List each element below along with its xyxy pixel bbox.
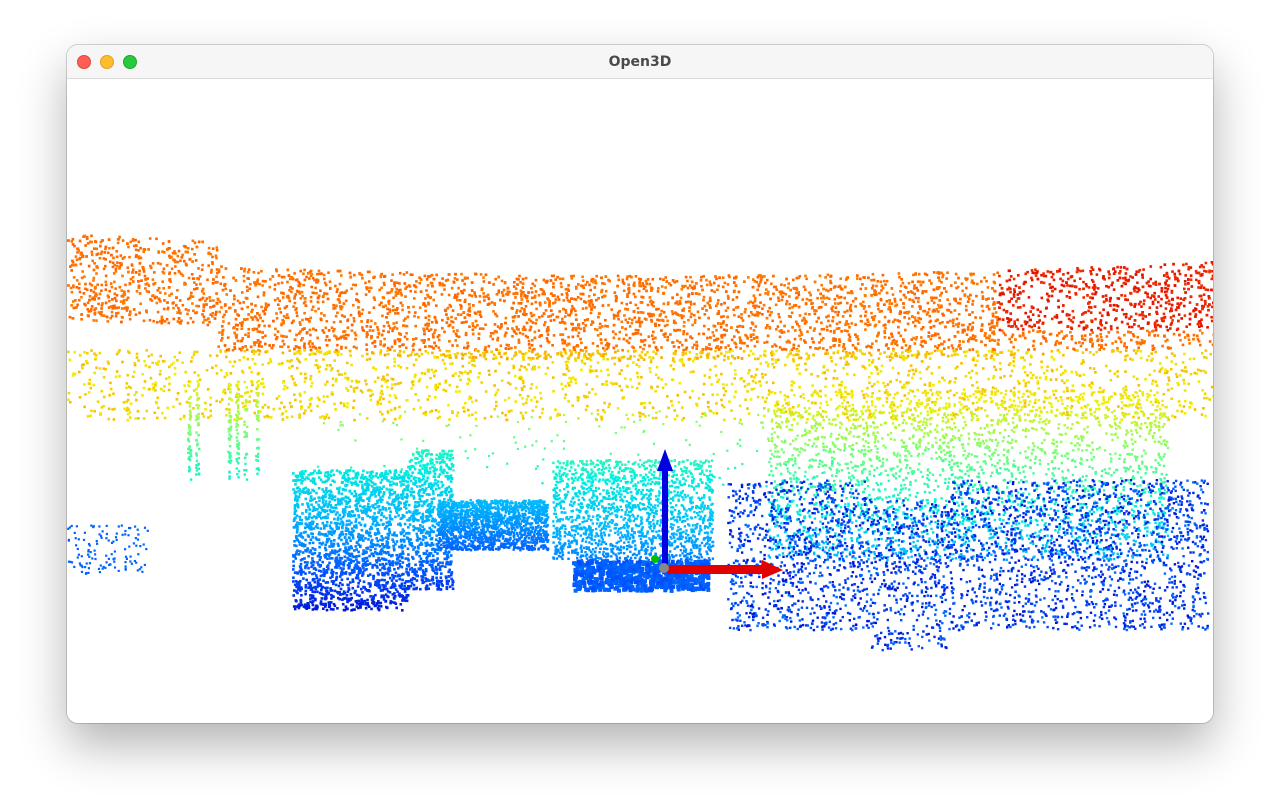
window-title: Open3D [608,54,672,70]
origin-sphere [659,563,669,573]
point-cloud-viewport[interactable] [67,79,1213,723]
title-bar[interactable]: Open3D [67,45,1213,79]
point-cloud-canvas[interactable] [67,79,1213,723]
open3d-window: Open3D [67,45,1213,723]
point-cloud [67,234,1213,652]
y-axis-marker [651,555,659,563]
